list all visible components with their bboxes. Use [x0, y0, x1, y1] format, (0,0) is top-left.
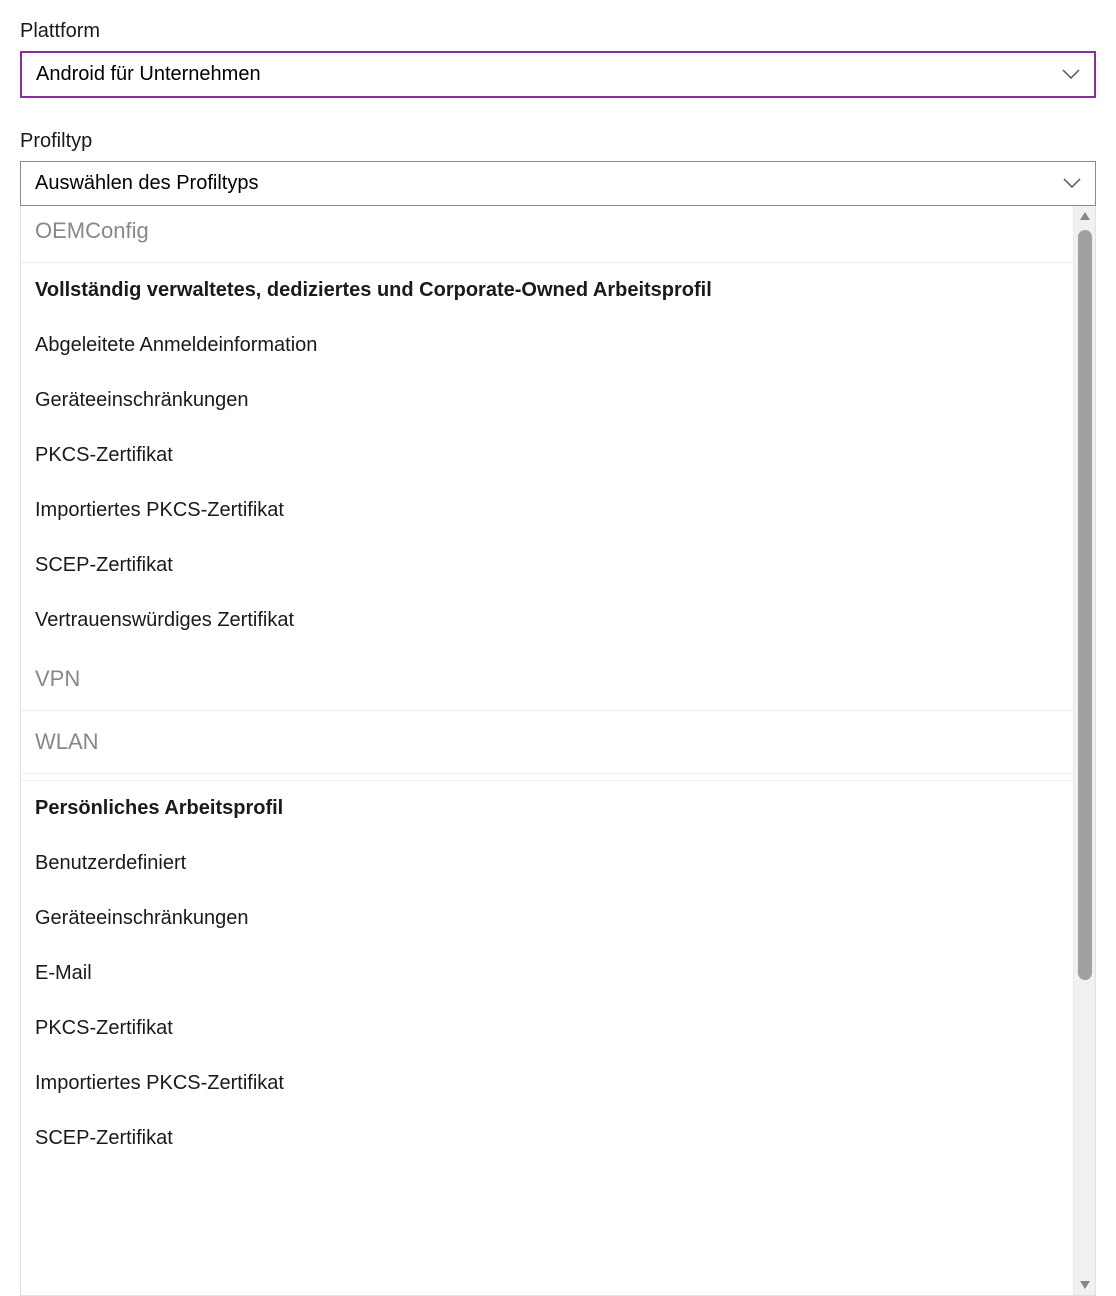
dropdown-option[interactable]: Geräteeinschränkungen — [21, 891, 1073, 946]
dropdown-option[interactable]: SCEP-Zertifikat — [21, 538, 1073, 593]
dropdown-group-header[interactable]: VPN — [21, 648, 1073, 711]
scroll-up-arrow-icon[interactable] — [1074, 206, 1096, 226]
dropdown-option[interactable]: PKCS-Zertifikat — [21, 428, 1073, 483]
dropdown-list: OEMConfig Vollständig verwaltetes, dediz… — [21, 206, 1073, 1295]
scroll-track[interactable] — [1074, 226, 1095, 1275]
dropdown-option[interactable]: Abgeleitete Anmeldeinformation — [21, 318, 1073, 373]
dropdown-option[interactable]: SCEP-Zertifikat — [21, 1111, 1073, 1166]
dropdown-group-header[interactable]: WLAN — [21, 711, 1073, 774]
chevron-down-icon — [1063, 175, 1081, 193]
chevron-down-icon — [1062, 66, 1080, 84]
profiletype-label: Profiltyp — [20, 130, 1096, 153]
scroll-down-arrow-icon[interactable] — [1074, 1275, 1096, 1295]
dropdown-option[interactable]: Vertrauenswürdiges Zertifikat — [21, 593, 1073, 648]
profiletype-select[interactable]: Auswählen des Profiltyps — [20, 161, 1096, 206]
profiletype-select-placeholder: Auswählen des Profiltyps — [35, 172, 258, 195]
dropdown-subheader[interactable]: Vollständig verwaltetes, dediziertes und… — [21, 263, 1073, 318]
profiletype-field: Profiltyp Auswählen des Profiltyps OEMCo… — [20, 130, 1096, 1296]
dropdown-option[interactable]: PKCS-Zertifikat — [21, 1001, 1073, 1056]
platform-label: Plattform — [20, 20, 1096, 43]
scrollbar[interactable] — [1073, 206, 1095, 1295]
dropdown-subheader[interactable]: Persönliches Arbeitsprofil — [21, 781, 1073, 836]
profiletype-dropdown: OEMConfig Vollständig verwaltetes, dediz… — [20, 206, 1096, 1296]
dropdown-option[interactable]: Benutzerdefiniert — [21, 836, 1073, 891]
platform-select[interactable]: Android für Unternehmen — [20, 51, 1096, 98]
dropdown-group-header[interactable]: OEMConfig — [21, 206, 1073, 263]
dropdown-option[interactable]: Importiertes PKCS-Zertifikat — [21, 1056, 1073, 1111]
scroll-thumb[interactable] — [1078, 230, 1092, 980]
platform-select-value: Android für Unternehmen — [36, 63, 261, 86]
dropdown-option[interactable]: Geräteeinschränkungen — [21, 373, 1073, 428]
dropdown-option[interactable]: Importiertes PKCS-Zertifikat — [21, 483, 1073, 538]
platform-field: Plattform Android für Unternehmen — [20, 20, 1096, 98]
dropdown-option[interactable]: E-Mail — [21, 946, 1073, 1001]
